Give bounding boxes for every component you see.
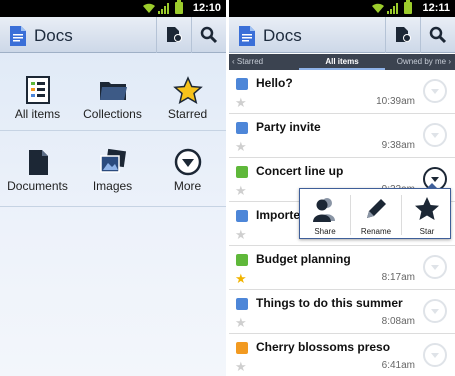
wifi-icon: [372, 3, 384, 13]
document-name: Things to do this summer: [256, 296, 403, 310]
share-icon: [313, 198, 335, 222]
signal-icon: [158, 3, 169, 14]
document-name: Importe: [256, 208, 301, 222]
folder-icon: [99, 82, 127, 100]
item-menu-button[interactable]: [423, 255, 447, 279]
item-menu-button[interactable]: [423, 343, 447, 367]
item-menu-button[interactable]: [423, 299, 447, 323]
status-time: 12:11: [422, 2, 450, 14]
tile-label: Documents: [7, 179, 68, 193]
star-toggle-icon-starred[interactable]: ★: [235, 272, 247, 285]
document-time: 6:41am: [381, 360, 415, 371]
star-toggle-icon[interactable]: ★: [235, 228, 247, 241]
share-button[interactable]: Share: [300, 189, 350, 240]
presentation-type-icon: [236, 342, 248, 354]
new-document-icon: [166, 27, 182, 42]
document-type-icon: [236, 122, 248, 134]
search-icon: [200, 26, 217, 44]
more-icon: [174, 148, 201, 176]
star-toggle-icon[interactable]: ★: [235, 316, 247, 329]
document-icon: [28, 150, 48, 175]
spreadsheet-type-icon: [236, 166, 248, 178]
star-toggle-icon[interactable]: ★: [235, 96, 247, 109]
status-time: 12:10: [192, 2, 221, 14]
document-type-icon: [236, 298, 248, 310]
star-toggle-icon[interactable]: ★: [235, 184, 247, 197]
star-button[interactable]: Star: [402, 189, 452, 240]
tile-documents[interactable]: Documents: [0, 126, 75, 198]
action-bar: Docs: [229, 17, 455, 53]
document-name: Hello?: [256, 76, 293, 90]
wifi-icon: [143, 3, 155, 13]
all-items-icon: [25, 76, 50, 104]
document-time: 8:17am: [381, 272, 415, 283]
docs-list-screen: 12:11 Docs ‹ Starred All items Owned by …: [229, 0, 455, 376]
tile-label: All items: [14, 107, 61, 121]
star-label: Star: [419, 227, 435, 236]
images-icon: [99, 148, 126, 173]
list-item[interactable]: Cherry blossoms preso ★ 6:41am: [229, 334, 455, 376]
tile-starred[interactable]: Starred: [150, 54, 225, 126]
tile-label: More: [173, 179, 202, 193]
document-name: Party invite: [256, 120, 321, 134]
tab-starred[interactable]: ‹ Starred: [232, 57, 263, 66]
star-icon: [172, 76, 203, 104]
new-document-button[interactable]: [385, 17, 419, 53]
document-type-icon: [236, 78, 248, 90]
filter-tabs: ‹ Starred All items Owned by me ›: [229, 54, 455, 70]
battery-icon: [175, 0, 183, 14]
document-name: Cherry blossoms preso: [256, 340, 391, 354]
tab-owned-by-me[interactable]: Owned by me ›: [397, 57, 451, 66]
rename-button[interactable]: Rename: [351, 189, 401, 240]
new-document-button[interactable]: [156, 17, 190, 53]
star-icon: [415, 197, 439, 220]
tile-more[interactable]: More: [150, 126, 225, 198]
docs-home-screen: 12:10 Docs All items Collections Starred…: [0, 0, 226, 376]
tile-images[interactable]: Images: [75, 126, 150, 198]
list-item[interactable]: Things to do this summer ★ 8:08am: [229, 290, 455, 334]
tile-label: Images: [92, 179, 133, 193]
item-menu-button[interactable]: [423, 123, 447, 147]
list-item[interactable]: Party invite ★ 9:38am: [229, 114, 455, 158]
rename-label: Rename: [360, 227, 392, 236]
signal-icon: [387, 3, 398, 14]
list-item[interactable]: Hello? ★ 10:39am: [229, 70, 455, 114]
tile-label: Collections: [83, 107, 142, 121]
share-label: Share: [314, 227, 336, 236]
docs-logo-icon: [10, 26, 26, 46]
app-title: Docs: [34, 26, 73, 45]
search-icon: [429, 26, 446, 44]
new-document-icon: [395, 27, 411, 42]
document-name: Budget planning: [256, 252, 351, 266]
docs-logo-icon: [239, 26, 255, 46]
document-time: 10:39am: [376, 96, 415, 107]
status-bar: 12:10: [0, 0, 226, 17]
tab-all-items[interactable]: All items: [325, 57, 358, 66]
star-toggle-icon[interactable]: ★: [235, 360, 247, 373]
grid-divider: [0, 206, 226, 207]
tile-all-items[interactable]: All items: [0, 54, 75, 126]
app-title: Docs: [263, 26, 302, 45]
item-menu-button[interactable]: [423, 79, 447, 103]
search-button[interactable]: [420, 17, 454, 53]
document-time: 9:38am: [381, 140, 415, 151]
status-bar: 12:11: [229, 0, 455, 17]
tile-collections[interactable]: Collections: [75, 54, 150, 126]
document-name: Concert line up: [256, 164, 344, 178]
battery-icon: [404, 0, 412, 14]
spreadsheet-type-icon: [236, 254, 248, 266]
star-toggle-icon[interactable]: ★: [235, 140, 247, 153]
list-item[interactable]: Budget planning ★ 8:17am: [229, 246, 455, 290]
search-button[interactable]: [191, 17, 225, 53]
document-time: 8:08am: [381, 316, 415, 327]
quick-actions-popup: Share Rename Star: [299, 183, 452, 240]
pencil-icon: [367, 199, 386, 218]
document-type-icon: [236, 210, 248, 222]
action-bar: Docs: [0, 17, 226, 53]
tile-label: Starred: [167, 107, 208, 121]
